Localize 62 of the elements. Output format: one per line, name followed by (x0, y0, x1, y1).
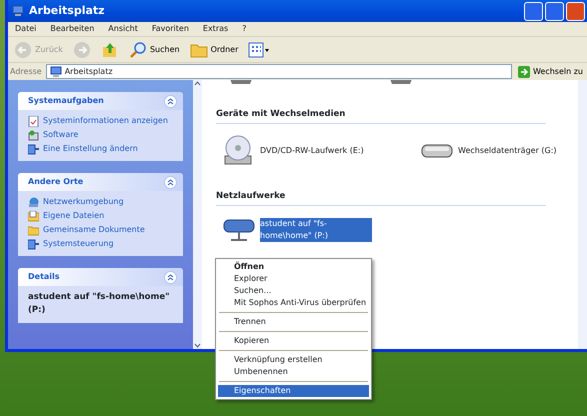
menu-item[interactable]: Umbenennen (218, 366, 369, 378)
panel-title: Systemaufgaben (28, 95, 104, 107)
folders-button[interactable]: Ordner (188, 40, 240, 60)
collapse-button[interactable] (164, 176, 177, 188)
details-text: astudent auf "fs-home\home" (P:) (28, 291, 171, 316)
menu-item[interactable]: Kopieren (218, 335, 369, 347)
group-heading: Geräte mit Wechselmedien (216, 108, 546, 124)
panel-title: Details (28, 271, 60, 283)
control-panel-icon (28, 144, 39, 154)
address-label: Adresse (10, 66, 42, 78)
view-grid-icon (248, 42, 270, 58)
maximize-button[interactable] (545, 2, 564, 20)
search-button[interactable]: Suchen (126, 40, 182, 60)
menu-item[interactable]: ? (235, 23, 254, 35)
scroll-up-icon[interactable] (194, 80, 201, 86)
menu-item[interactable]: Ansicht (101, 23, 145, 35)
address-field[interactable]: Arbeitsplatz (46, 64, 512, 79)
document-icon (28, 116, 39, 126)
computer-icon (12, 5, 24, 17)
task-link[interactable]: Eigene Dateien (28, 210, 175, 222)
scroll-down-icon[interactable] (194, 343, 201, 349)
menu-item[interactable]: Eigenschaften (218, 385, 369, 397)
collapse-button[interactable] (164, 270, 177, 284)
scrollbar[interactable] (193, 80, 202, 349)
menu-item[interactable]: Favoriten (144, 23, 196, 35)
collapse-button[interactable] (164, 94, 177, 108)
window-title: Arbeitsplatz (29, 2, 105, 19)
folder-icon (28, 224, 39, 236)
menu-item[interactable]: Bearbeiten (43, 23, 102, 35)
task-link[interactable]: Eine Einstellung ändern (28, 143, 175, 155)
menu-item[interactable]: Verknüpfung erstellen (218, 354, 369, 366)
menu-item[interactable]: Extras (196, 23, 236, 35)
go-arrow-icon (518, 66, 530, 78)
group-heading: Netzlaufwerke (216, 190, 546, 206)
minimize-button[interactable] (524, 2, 543, 20)
drive-label[interactable]: Wechseldatenträger (G:) (458, 144, 557, 157)
menu-item[interactable]: Explorer (218, 273, 369, 285)
task-link[interactable]: Systeminformationen anzeigen (28, 115, 175, 127)
panel-title: Andere Orte (28, 176, 84, 188)
control-panel-icon (28, 238, 39, 250)
task-link[interactable]: Software (28, 129, 175, 141)
chevron-up-icon (167, 98, 174, 104)
drive-label[interactable]: DVD/CD-RW-Laufwerk (E:) (260, 144, 364, 157)
close-button[interactable] (566, 2, 585, 20)
documents-folder-icon (28, 210, 39, 222)
go-button[interactable]: Wechseln zu (516, 64, 585, 78)
task-link[interactable]: Systemsteuerung (28, 238, 175, 250)
task-link[interactable]: Netzwerkumgebung (28, 196, 175, 208)
search-icon (128, 40, 147, 58)
menu-item[interactable]: Mit Sophos Anti-Virus überprüfen (218, 297, 369, 309)
computer-icon (50, 66, 62, 78)
folder-up-icon (100, 40, 119, 58)
chevron-up-icon (167, 274, 174, 280)
drive-label[interactable]: astudent auf "fs-home\home" (P:) (260, 218, 372, 242)
software-icon (28, 130, 39, 140)
menu-item[interactable]: Öffnen (218, 261, 369, 273)
menu-item[interactable]: Datei (8, 23, 44, 35)
menu-item[interactable]: Suchen... (218, 285, 369, 297)
task-link[interactable]: Gemeinsame Dokumente (28, 224, 175, 236)
scrollbar[interactable] (578, 80, 587, 349)
menu-item[interactable]: Trennen (218, 316, 369, 328)
chevron-up-icon (167, 178, 174, 186)
